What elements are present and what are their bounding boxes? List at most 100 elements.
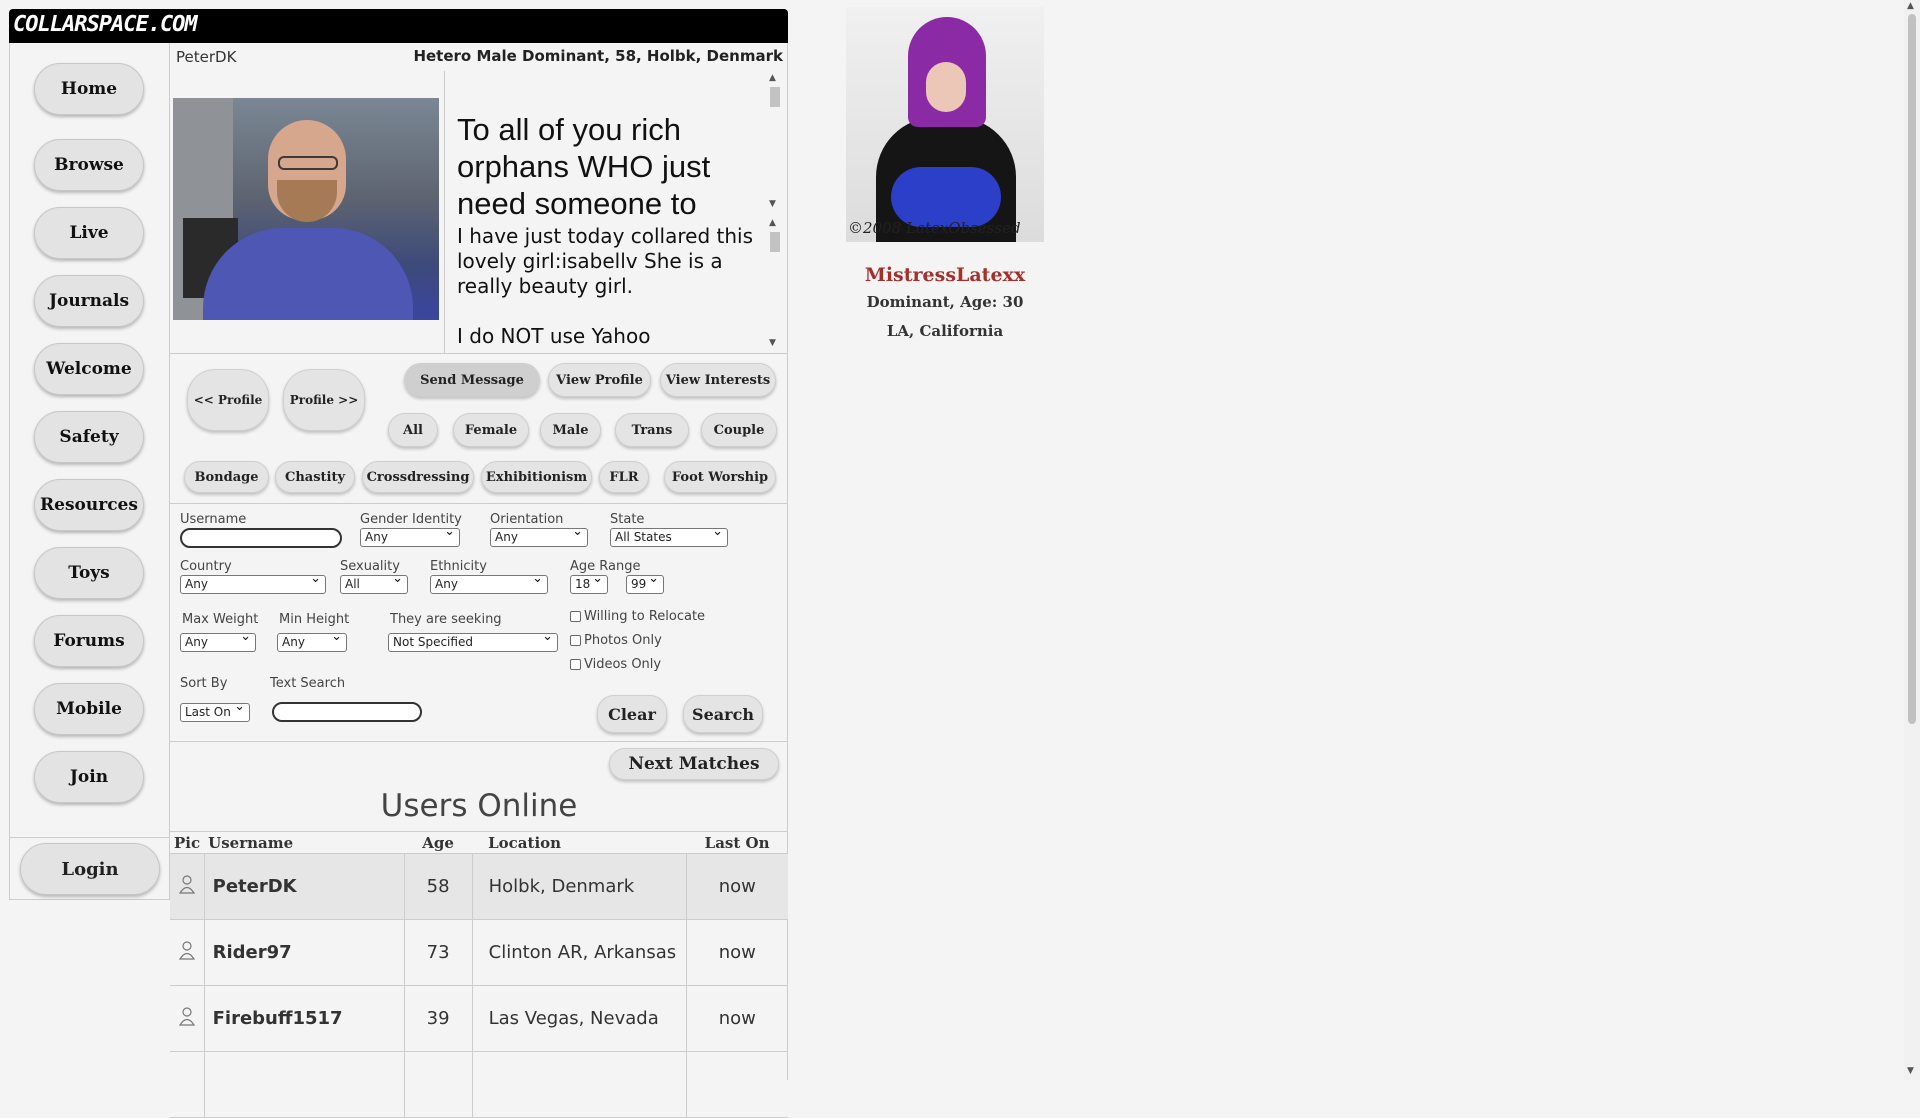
- scroll-up-icon[interactable]: ▲: [1907, 1, 1914, 11]
- user-location: Clinton AR, Arkansas: [472, 919, 687, 986]
- featured-location: LA, California: [886, 322, 1004, 340]
- user-username[interactable]: [204, 1051, 405, 1118]
- profile-headline-box[interactable]: To all of you rich orphans WHO just need…: [444, 71, 782, 216]
- nav-resources[interactable]: Resources: [34, 479, 144, 531]
- login-button[interactable]: Login: [20, 843, 160, 895]
- col-age[interactable]: Age: [404, 831, 473, 854]
- username-input[interactable]: [180, 528, 342, 548]
- featured-photo[interactable]: ©2008 LatexObsessed: [846, 7, 1044, 242]
- nav-safety[interactable]: Safety: [34, 411, 144, 463]
- col-last-on[interactable]: Last On: [686, 831, 788, 854]
- country-select[interactable]: Any: [180, 575, 326, 594]
- tag-crossdressing[interactable]: Crossdressing: [362, 461, 474, 493]
- nav-browse[interactable]: Browse: [34, 139, 144, 191]
- col-location[interactable]: Location: [472, 831, 687, 854]
- orientation-select[interactable]: Any: [490, 528, 588, 547]
- scroll-down-icon[interactable]: ▼: [769, 338, 776, 348]
- age-max-select[interactable]: 99: [626, 575, 664, 594]
- user-age: 73: [404, 919, 473, 986]
- sort-select[interactable]: Last On: [180, 703, 250, 722]
- user-pic[interactable]: [170, 919, 205, 986]
- user-pic[interactable]: [170, 853, 205, 920]
- featured-name[interactable]: MistressLatexx: [846, 264, 1044, 286]
- view-interests-button[interactable]: View Interests: [660, 363, 776, 397]
- filter-male[interactable]: Male: [540, 413, 601, 447]
- user-location: Las Vegas, Nevada: [472, 985, 687, 1052]
- clear-button[interactable]: Clear: [597, 695, 667, 733]
- search-button[interactable]: Search: [683, 695, 763, 733]
- table-row[interactable]: PeterDK 58 Holbk, Denmark now: [170, 853, 788, 920]
- max-weight-label: Max Weight: [182, 612, 259, 627]
- tag-exhibitionism[interactable]: Exhibitionism: [481, 461, 592, 493]
- scroll-up-icon[interactable]: ▲: [769, 218, 776, 228]
- tag-flr[interactable]: FLR: [599, 461, 649, 493]
- state-select[interactable]: All States: [610, 528, 728, 547]
- profile-headline: To all of you rich orphans WHO just need…: [457, 112, 711, 216]
- filter-couple[interactable]: Couple: [701, 413, 777, 447]
- user-username[interactable]: PeterDK: [204, 853, 405, 920]
- max-weight-select[interactable]: Any: [180, 633, 256, 652]
- nav-divider: [10, 837, 169, 838]
- filter-all[interactable]: All: [388, 413, 438, 447]
- headline-scrollbar[interactable]: ▲ ▼: [768, 73, 782, 213]
- nav-mobile[interactable]: Mobile: [34, 683, 144, 735]
- orientation-label: Orientation: [490, 512, 564, 527]
- next-profile-button[interactable]: Profile >>: [283, 369, 365, 431]
- user-icon: [178, 875, 195, 894]
- scroll-up-icon[interactable]: ▲: [769, 73, 776, 83]
- scroll-down-icon[interactable]: ▼: [769, 199, 776, 209]
- user-last-on: now: [686, 919, 788, 986]
- next-matches-button[interactable]: Next Matches: [609, 748, 779, 780]
- user-last-on: now: [686, 853, 788, 920]
- ethnicity-select[interactable]: Any: [430, 575, 548, 594]
- user-icon: [178, 1007, 195, 1026]
- scroll-down-icon[interactable]: ▼: [1907, 1066, 1914, 1076]
- profile-bio: I have just today collared this lovely g…: [457, 224, 757, 353]
- site-header: COLLARSPACE.COM: [9, 9, 788, 43]
- user-pic[interactable]: [170, 1051, 205, 1118]
- table-row[interactable]: [170, 1051, 788, 1118]
- site-logo[interactable]: COLLARSPACE.COM: [13, 12, 198, 37]
- min-height-select[interactable]: Any: [277, 633, 347, 652]
- tag-chastity[interactable]: Chastity: [275, 461, 355, 493]
- min-height-label: Min Height: [279, 612, 350, 627]
- bio-line: I do NOT use Yahoo: [457, 324, 651, 348]
- user-username[interactable]: Rider97: [204, 919, 405, 986]
- nav-welcome[interactable]: Welcome: [34, 343, 144, 395]
- nav-join[interactable]: Join: [34, 751, 144, 803]
- photos-only-checkbox[interactable]: Photos Only: [570, 633, 662, 648]
- bio-line: I have just today collared this lovely g…: [457, 224, 753, 298]
- col-pic: Pic: [170, 831, 205, 854]
- videos-only-checkbox[interactable]: Videos Only: [570, 657, 661, 672]
- profile-photo[interactable]: [173, 98, 439, 320]
- nav-forums[interactable]: Forums: [34, 615, 144, 667]
- gender-identity-select[interactable]: Any: [360, 528, 460, 547]
- sexuality-select[interactable]: All: [340, 575, 408, 594]
- text-search-input[interactable]: [272, 702, 422, 722]
- seeking-select[interactable]: Not Specified: [388, 633, 558, 652]
- user-username[interactable]: Firebuff1517: [204, 985, 405, 1052]
- send-message-button[interactable]: Send Message: [404, 363, 540, 397]
- nav-journals[interactable]: Journals: [34, 275, 144, 327]
- profile-bio-box[interactable]: I have just today collared this lovely g…: [444, 216, 782, 353]
- profile-description: Hetero Male Dominant, 58, Holbk, Denmark: [413, 47, 783, 65]
- tag-bondage[interactable]: Bondage: [184, 461, 269, 493]
- col-username[interactable]: Username: [204, 831, 405, 854]
- bio-scrollbar[interactable]: ▲ ▼: [768, 218, 782, 350]
- nav-live[interactable]: Live: [34, 207, 144, 259]
- nav-toys[interactable]: Toys: [34, 547, 144, 599]
- table-row[interactable]: Rider97 73 Clinton AR, Arkansas now: [170, 919, 788, 986]
- table-row[interactable]: Firebuff1517 39 Las Vegas, Nevada now: [170, 985, 788, 1052]
- filter-trans[interactable]: Trans: [615, 413, 689, 447]
- profile-username[interactable]: PeterDK: [176, 48, 236, 66]
- user-pic[interactable]: [170, 985, 205, 1052]
- age-min-select[interactable]: 18: [570, 575, 608, 594]
- relocate-checkbox[interactable]: Willing to Relocate: [570, 609, 705, 624]
- filter-female[interactable]: Female: [453, 413, 529, 447]
- page-scrollbar[interactable]: ▲ ▼: [1904, 0, 1920, 1080]
- prev-profile-button[interactable]: << Profile: [187, 369, 269, 431]
- nav-home[interactable]: Home: [34, 63, 144, 115]
- view-profile-button[interactable]: View Profile: [548, 363, 651, 397]
- scrollbar-thumb[interactable]: [1908, 14, 1916, 724]
- tag-foot-worship[interactable]: Foot Worship: [664, 461, 776, 493]
